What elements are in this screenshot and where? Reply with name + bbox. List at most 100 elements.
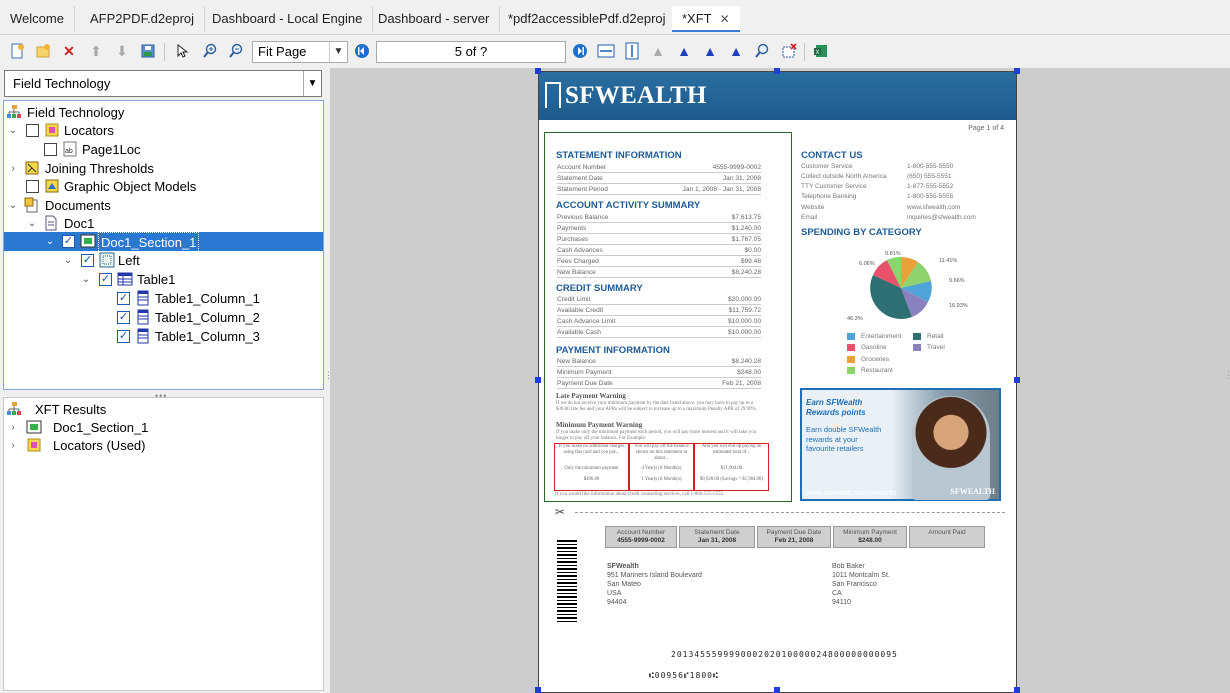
flip-disabled-icon[interactable]: ▲ [649,42,667,60]
tree-label: Field Technology [27,105,125,120]
new-document-icon[interactable] [8,42,26,60]
move-up-icon[interactable]: ⬆ [87,42,105,60]
tab-bar: Welcome AFP2PDF.d2eproj Dashboard - Loca… [0,0,1230,36]
statement-page[interactable]: SFWEALTH Page 1 of 4 STATEMENT INFORMATI… [538,71,1017,693]
resize-handle[interactable] [1014,377,1020,383]
chevron-right-icon[interactable]: › [7,418,19,437]
resize-handle[interactable] [535,377,541,383]
chevron-down-icon[interactable]: ⌄ [62,251,74,270]
statement-row: Account Number 4555-9999-0002 [557,164,761,173]
chevron-down-icon: ▼ [303,71,321,96]
tree-label: Left [118,253,140,268]
tree-node-page1loc[interactable]: ab Page1Loc [4,140,323,159]
contact-row: Website www.sfwealth.com [801,204,961,211]
tab-xft[interactable]: *XFT ✕ [672,6,740,32]
chevron-right-icon[interactable]: › [7,159,19,178]
last-page-icon[interactable] [571,42,589,60]
chevron-down-icon[interactable]: ⌄ [80,270,92,289]
tab-pdf2accessible[interactable]: *pdf2accessiblePdf.d2eproj [498,6,677,32]
chevron-down-icon[interactable]: ⌄ [44,232,56,251]
resize-handle[interactable] [774,68,780,74]
results-root[interactable]: XFT Results [4,400,323,419]
legend-entry: Gasoline [847,344,887,351]
tab-label: AFP2PDF.d2eproj [90,11,195,26]
statement-left-region[interactable]: STATEMENT INFORMATION Account Number 4555… [544,132,792,502]
column-3-checkbox[interactable]: ✓ [117,330,130,343]
tree-node-column-3[interactable]: ✓ Table1_Column_3 [4,327,323,346]
resize-handle[interactable] [535,68,541,74]
chevron-down-icon[interactable]: ⌄ [26,214,38,233]
rotate-icon[interactable]: ▲ [727,42,745,60]
promo-photo [912,396,990,500]
table-cell: 1 Year(s) 8 Month(s) [641,477,682,482]
zoom-out-icon[interactable] [227,42,245,60]
column-1-checkbox[interactable]: ✓ [117,292,130,305]
chevron-down-icon[interactable]: ⌄ [7,121,19,140]
promo-brand: SFWEALTH [950,487,995,496]
tree-node-doc1[interactable]: ⌄ Doc1 [4,214,323,233]
tree-node-left[interactable]: ⌄ ✓ Left [4,251,323,270]
pie-label: 6.06% [859,261,875,267]
tab-dashboard-local[interactable]: Dashboard - Local Engine [202,6,374,32]
graphic-checkbox[interactable] [26,180,39,193]
rewards-promo[interactable]: Earn SFWealth Rewards points Earn double… [800,388,1001,501]
save-icon[interactable] [139,42,157,60]
resize-handle[interactable] [774,687,780,693]
select-pointer-icon[interactable] [173,42,191,60]
page-number-field[interactable]: 5 of ? [376,41,566,63]
delete-icon[interactable]: ✕ [60,42,78,60]
clear-selection-icon[interactable] [780,42,798,60]
results-section[interactable]: › Doc1_Section_1 [4,418,323,437]
chevron-right-icon[interactable]: › [7,436,19,455]
tree-node-column-2[interactable]: ✓ Table1_Column_2 [4,308,323,327]
results-locators[interactable]: › Locators (Used) [4,436,323,455]
find-icon[interactable] [753,42,771,60]
right-splitter-handle[interactable]: ⋮ [1224,370,1230,381]
tree-node-root[interactable]: Field Technology [4,103,323,122]
contact-row: Customer Service 1-800-555-5550 [801,163,954,170]
tree-node-locators[interactable]: ⌄ Locators [4,121,323,140]
section-checkbox[interactable]: ✓ [62,235,75,248]
document-viewer[interactable]: SFWEALTH Page 1 of 4 STATEMENT INFORMATI… [330,68,1230,693]
statement-heading: STATEMENT INFORMATION [556,150,682,161]
tab-afp2pdf[interactable]: AFP2PDF.d2eproj [80,6,206,32]
table-cell: If you make no additional charges using … [558,444,625,455]
left-checkbox[interactable]: ✓ [81,254,94,267]
tree-node-column-1[interactable]: ✓ Table1_Column_1 [4,289,323,308]
tree-node-joining[interactable]: › Joining Thresholds [4,159,323,178]
column-2-checkbox[interactable]: ✓ [117,311,130,324]
table1-checkbox[interactable]: ✓ [99,273,112,286]
first-page-icon[interactable] [353,42,371,60]
tree-node-table1[interactable]: ⌄ ✓ Table1 [4,270,323,289]
tab-welcome[interactable]: Welcome [0,6,75,32]
zoom-select[interactable]: Fit Page ▼ [252,41,348,63]
warning-table[interactable]: If you make no additional charges using … [554,443,769,493]
fit-height-icon[interactable] [623,42,641,60]
payment-heading: PAYMENT INFORMATION [556,345,670,356]
mirror-vertical-icon[interactable]: ▲ [701,42,719,60]
toolbar-separator [804,43,805,61]
tear-line [575,512,1005,513]
tree-node-documents[interactable]: ⌄ Documents [4,196,323,215]
close-icon[interactable]: ✕ [720,12,730,26]
resize-handle[interactable] [535,687,541,693]
project-combo[interactable]: Field Technology ▼ [4,70,322,97]
tree-node-graphic[interactable]: Graphic Object Models [4,177,323,196]
zoom-in-icon[interactable] [201,42,219,60]
recipient-address: Bob Baker 1011 Montcalm St. San Francisco C… [832,563,890,606]
mirror-horizontal-icon[interactable]: ▲ [675,42,693,60]
export-icon[interactable]: X [812,42,830,60]
chevron-down-icon[interactable]: ⌄ [7,196,19,215]
page1loc-checkbox[interactable] [44,143,57,156]
locators-checkbox[interactable] [26,124,39,137]
tree-node-section-selected[interactable]: ⌄ ✓ Doc1_Section_1 [4,232,323,253]
new-folder-icon[interactable] [34,42,52,60]
move-down-icon[interactable]: ⬇ [113,42,131,60]
remit-cell: Statement Date Jan 31, 2008 [679,526,755,548]
tab-dashboard-server[interactable]: Dashboard - server [368,6,501,32]
fit-width-icon[interactable] [597,42,615,60]
resize-handle[interactable] [1014,68,1020,74]
tree-label: XFT Results [35,402,107,417]
resize-handle[interactable] [1014,687,1020,693]
table-cell: Only the minimum payment [564,466,619,471]
